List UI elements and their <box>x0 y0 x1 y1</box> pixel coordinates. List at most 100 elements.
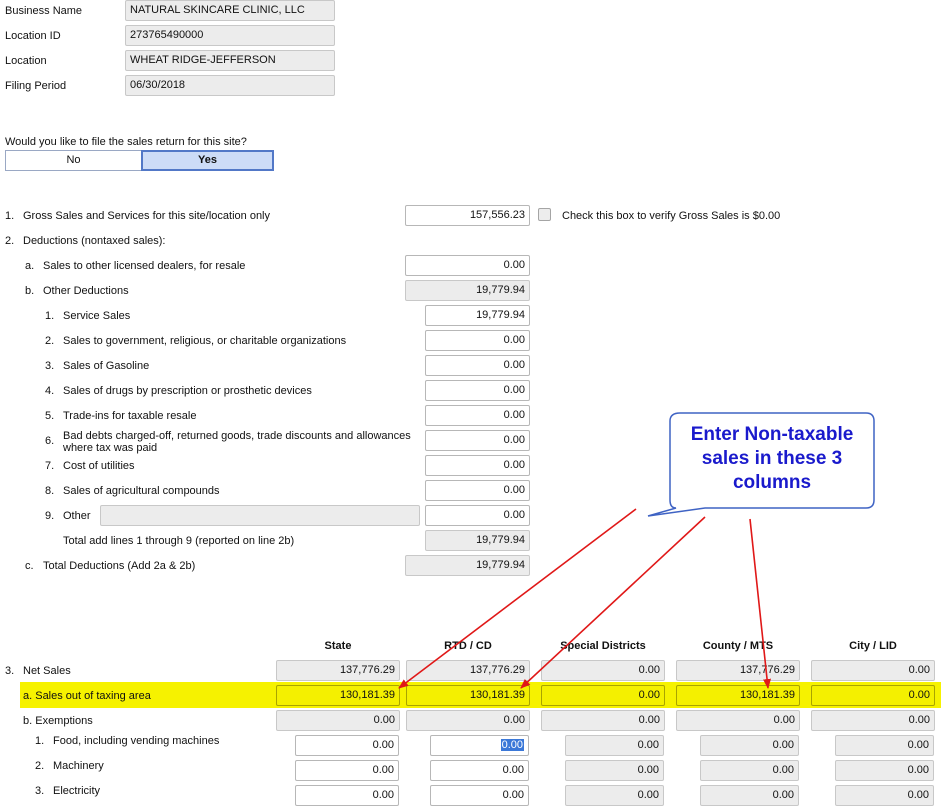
total-lines-field: 19,779.94 <box>425 530 530 551</box>
electricity-label: Electricity <box>53 785 101 797</box>
column-header-city-lid: City / LID <box>849 640 897 652</box>
line2b-number: b. <box>25 285 35 297</box>
other-amount-input[interactable]: 0.00 <box>425 505 530 526</box>
machinery-label: Machinery <box>53 760 104 772</box>
food-county-mts-field: 0.00 <box>700 735 799 756</box>
verify-zero-checkbox[interactable] <box>538 208 551 221</box>
out-of-area-rtd-cd-input[interactable]: 130,181.39 <box>406 685 530 706</box>
callout-line: columns <box>732 472 812 493</box>
item-number: 9. <box>45 510 55 522</box>
out-of-area-special-districts-input[interactable]: 0.00 <box>541 685 665 706</box>
out-of-area-city-lid-input[interactable]: 0.00 <box>811 685 935 706</box>
callout-line: Enter Non-taxable <box>690 424 854 445</box>
service-sales-input[interactable]: 19,779.94 <box>425 305 530 326</box>
net-sales-rtd-cd: 137,776.29 <box>406 660 530 681</box>
total-deductions-field: 19,779.94 <box>405 555 530 576</box>
other-description-input[interactable] <box>100 505 420 526</box>
line3-number: 3. <box>5 665 15 677</box>
location-id-label: Location ID <box>5 30 61 42</box>
item-number: 7. <box>45 460 55 472</box>
machinery-rtd-cd-input[interactable]: 0.00 <box>430 760 529 781</box>
line2-label: Deductions (nontaxed sales): <box>23 235 166 247</box>
callout-line: sales in these 3 <box>701 448 843 469</box>
trade-ins-input[interactable]: 0.00 <box>425 405 530 426</box>
item-label: Sales of agricultural compounds <box>63 485 220 497</box>
gasoline-sales-input[interactable]: 0.00 <box>425 355 530 376</box>
item-label-continued: where tax was paid <box>63 442 158 454</box>
item-number: 4. <box>45 385 55 397</box>
food-special-districts-field: 0.00 <box>565 735 664 756</box>
electricity-city-lid-field: 0.00 <box>835 785 934 806</box>
electricity-number: 3. <box>35 785 45 797</box>
bad-debts-input[interactable]: 0.00 <box>425 430 530 451</box>
filing-period-label: Filing Period <box>5 80 67 92</box>
line2a-label: Sales to other licensed dealers, for res… <box>43 260 246 272</box>
location-label: Location <box>5 55 47 67</box>
machinery-special-districts-field: 0.00 <box>565 760 664 781</box>
selected-text: 0.00 <box>500 739 524 751</box>
exemptions-city-lid: 0.00 <box>811 710 935 731</box>
net-sales-city-lid: 0.00 <box>811 660 935 681</box>
line2b-label: Other Deductions <box>43 285 129 297</box>
item-number: 2. <box>45 335 55 347</box>
location-field: WHEAT RIDGE-JEFFERSON <box>125 50 335 71</box>
item-number: 8. <box>45 485 55 497</box>
net-sales-county-mts: 137,776.29 <box>676 660 800 681</box>
exemptions-special-districts: 0.00 <box>541 710 665 731</box>
electricity-rtd-cd-input[interactable]: 0.00 <box>430 785 529 806</box>
exemptions-rtd-cd: 0.00 <box>406 710 530 731</box>
exemptions-state: 0.00 <box>276 710 400 731</box>
verify-zero-label: Check this box to verify Gross Sales is … <box>562 210 781 222</box>
food-label: Food, including vending machines <box>53 735 220 747</box>
file-question-prompt: Would you like to file the sales return … <box>5 136 247 148</box>
item-number: 3. <box>45 360 55 372</box>
item-number: 6. <box>45 435 55 447</box>
net-sales-special-districts: 0.00 <box>541 660 665 681</box>
filing-period-field: 06/30/2018 <box>125 75 335 96</box>
net-sales-label: Net Sales <box>23 665 71 677</box>
column-header-rtd-cd: RTD / CD <box>444 640 492 652</box>
agricultural-input[interactable]: 0.00 <box>425 480 530 501</box>
item-label: Sales to government, religious, or chari… <box>63 335 347 347</box>
column-header-county-mts: County / MTS <box>702 640 774 652</box>
item-number: 1. <box>45 310 55 322</box>
food-number: 1. <box>35 735 45 747</box>
line1-label: Gross Sales and Services for this site/l… <box>23 210 271 222</box>
government-sales-input[interactable]: 0.00 <box>425 330 530 351</box>
machinery-city-lid-field: 0.00 <box>835 760 934 781</box>
exemptions-label: b. Exemptions <box>23 715 93 727</box>
sales-out-of-area-label: a. Sales out of taxing area <box>23 690 151 702</box>
no-button[interactable]: No <box>5 150 142 171</box>
exemptions-county-mts: 0.00 <box>676 710 800 731</box>
resale-sales-input[interactable]: 0.00 <box>405 255 530 276</box>
machinery-number: 2. <box>35 760 45 772</box>
electricity-state-input[interactable]: 0.00 <box>295 785 399 806</box>
net-sales-state: 137,776.29 <box>276 660 400 681</box>
line2c-label: Total Deductions (Add 2a & 2b) <box>43 560 196 572</box>
out-of-area-county-mts-input[interactable]: 130,181.39 <box>676 685 800 706</box>
gross-sales-input[interactable]: 157,556.23 <box>405 205 530 226</box>
food-city-lid-field: 0.00 <box>835 735 934 756</box>
food-state-input[interactable]: 0.00 <box>295 735 399 756</box>
line2c-number: c. <box>25 560 34 572</box>
item-label: Sales of Gasoline <box>63 360 150 372</box>
utilities-input[interactable]: 0.00 <box>425 455 530 476</box>
machinery-county-mts-field: 0.00 <box>700 760 799 781</box>
drug-sales-input[interactable]: 0.00 <box>425 380 530 401</box>
callout-text: Enter Non-taxable sales in these 3 colum… <box>672 423 872 495</box>
item-label: Cost of utilities <box>63 460 135 472</box>
line2a-number: a. <box>25 260 35 272</box>
out-of-area-state-input[interactable]: 130,181.39 <box>276 685 400 706</box>
item-label: Service Sales <box>63 310 131 322</box>
electricity-special-districts-field: 0.00 <box>565 785 664 806</box>
item-number: 5. <box>45 410 55 422</box>
item-label: Other <box>63 510 91 522</box>
item-label: Trade-ins for taxable resale <box>63 410 197 422</box>
line1-number: 1. <box>5 210 15 222</box>
machinery-state-input[interactable]: 0.00 <box>295 760 399 781</box>
food-rtd-cd-input[interactable]: 0.00 <box>430 735 529 756</box>
business-name-label: Business Name <box>5 5 83 17</box>
location-id-field: 273765490000 <box>125 25 335 46</box>
other-deductions-field: 19,779.94 <box>405 280 530 301</box>
yes-button[interactable]: Yes <box>141 150 274 171</box>
